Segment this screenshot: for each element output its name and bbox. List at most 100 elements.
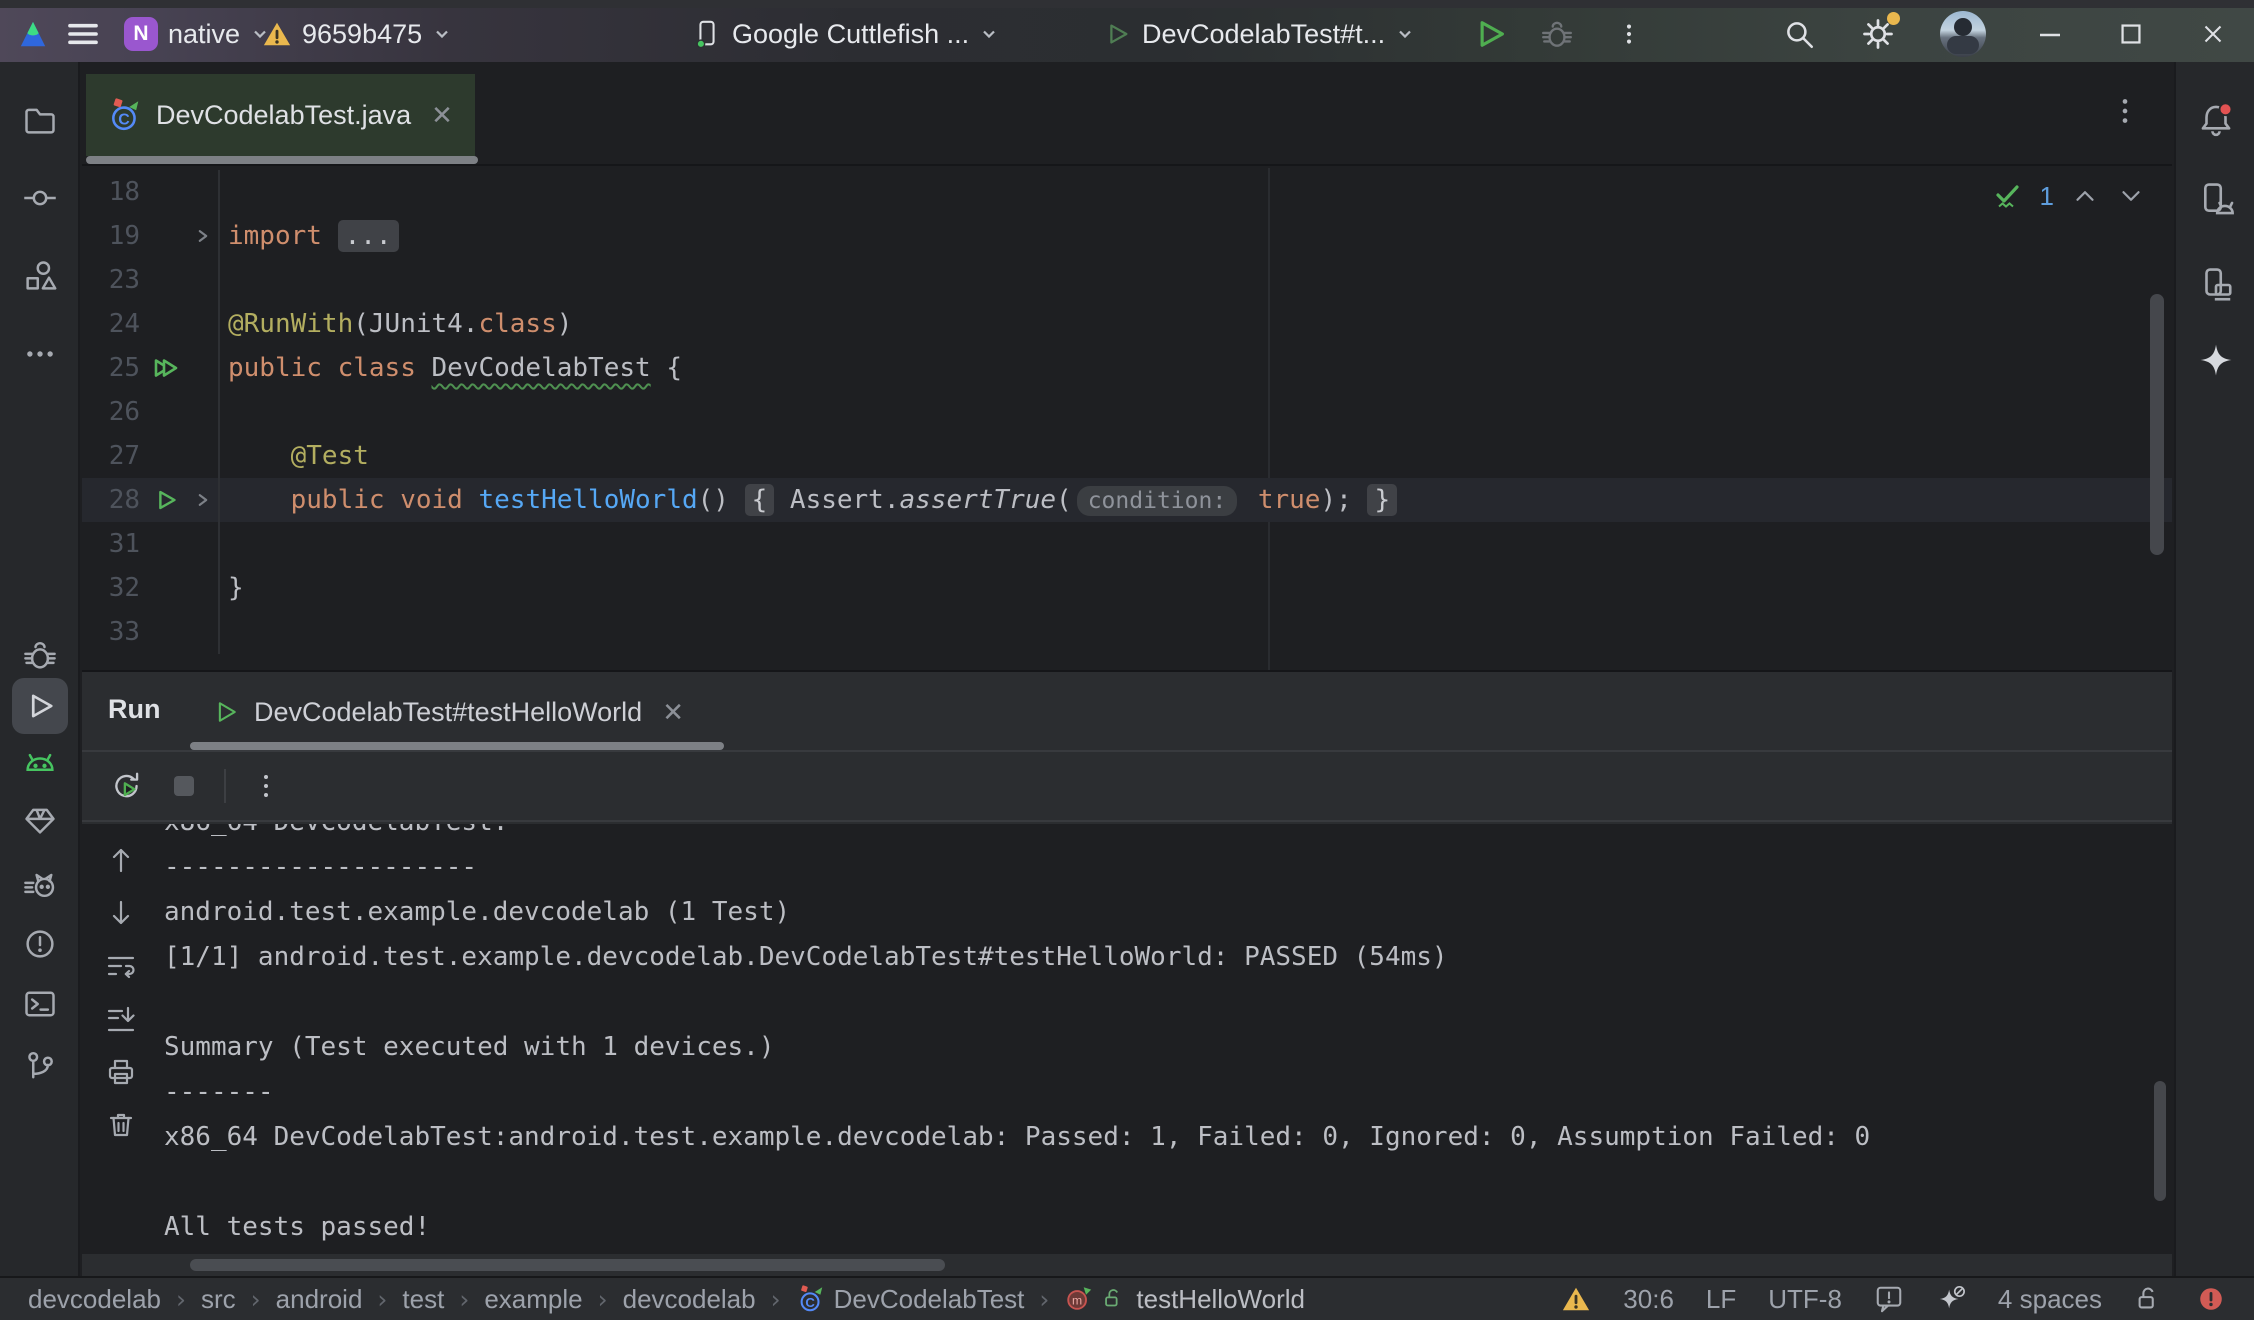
breadcrumb-item[interactable]: devcodelab	[623, 1284, 756, 1315]
print-button[interactable]	[105, 1056, 137, 1088]
window-close-button[interactable]	[2198, 14, 2228, 54]
editor-line[interactable]: 19import ...	[82, 214, 2172, 258]
run-tab[interactable]: DevCodelabTest#testHelloWorld ✕	[212, 686, 684, 738]
next-occurrence-button[interactable]	[105, 897, 137, 929]
scroll-to-end-button[interactable]	[105, 1003, 137, 1035]
run-panel-title: Run	[108, 694, 160, 725]
sidebar-item-more[interactable]	[12, 326, 68, 382]
editor-line[interactable]: 24@RunWith(JUnit4.class)	[82, 302, 2172, 346]
editor-line[interactable]: 27 @Test	[82, 434, 2172, 478]
window-minimize-button[interactable]	[2034, 14, 2066, 54]
sidebar-item-structure[interactable]	[12, 248, 68, 304]
sidebar-item-project[interactable]	[12, 92, 68, 148]
gutter-run-icon[interactable]	[144, 346, 188, 390]
code-text	[220, 258, 228, 302]
titlebar-more-button[interactable]	[1614, 14, 1644, 54]
sidebar-item-app-quality-insights[interactable]	[12, 792, 68, 848]
console-toolbar	[82, 824, 160, 1254]
run-tab-close-icon[interactable]: ✕	[662, 697, 684, 728]
gutter-fold-icon[interactable]	[188, 478, 220, 522]
sidebar-item-running-devices[interactable]	[2188, 172, 2244, 228]
editor-scrollbar[interactable]	[2150, 294, 2164, 555]
sidebar-item-terminal[interactable]	[12, 976, 68, 1032]
main-content: C DevCodelabTest.java ✕ 1819import ...23…	[82, 62, 2172, 1276]
console-vertical-scrollbar[interactable]	[2154, 1081, 2166, 1201]
run-tool-icon	[22, 688, 58, 724]
breadcrumb-label: android	[276, 1284, 363, 1315]
warning-status-icon[interactable]	[1561, 1284, 1591, 1314]
debug-button[interactable]	[1540, 14, 1574, 54]
test-class-icon: C	[108, 98, 142, 132]
clear-all-button[interactable]	[105, 1109, 137, 1141]
gutter-spacer	[188, 170, 220, 214]
editor-line[interactable]: 28 public void testHelloWorld() { Assert…	[82, 478, 2172, 522]
console-output[interactable]: x86_64 DevCodelabTest:------------------…	[160, 824, 2172, 1254]
stop-button[interactable]	[168, 770, 200, 802]
editor-tab[interactable]: C DevCodelabTest.java ✕	[86, 74, 475, 156]
gutter-spacer	[188, 258, 220, 302]
sidebar-item-version-control[interactable]	[12, 1038, 68, 1094]
breadcrumb-item[interactable]: CDevCodelabTest	[796, 1284, 1025, 1315]
line-number: 32	[82, 566, 144, 610]
running-devices-icon	[2197, 181, 2235, 219]
sidebar-item-notifications[interactable]	[2188, 92, 2244, 148]
settings-button[interactable]	[1860, 14, 1896, 54]
error-indicator-icon[interactable]	[2196, 1284, 2226, 1314]
breadcrumb-item[interactable]: test	[402, 1284, 444, 1315]
main-menu-button[interactable]	[64, 14, 102, 54]
device-selector[interactable]: Google Cuttlefish ...	[692, 14, 999, 54]
indent-widget[interactable]: 4 spaces	[1998, 1284, 2102, 1315]
encoding-widget[interactable]: UTF-8	[1768, 1284, 1842, 1315]
ai-assistant-disabled-icon[interactable]	[1936, 1284, 1966, 1314]
breadcrumb-item[interactable]: src	[201, 1284, 236, 1315]
project-selector[interactable]: N native	[124, 14, 270, 54]
terminal-icon	[22, 986, 58, 1022]
tab-bar-options-button[interactable]	[2108, 94, 2142, 128]
gutter-spacer	[188, 390, 220, 434]
editor-line[interactable]: 18	[82, 170, 2172, 214]
gutter-spacer	[144, 610, 188, 654]
run-panel-more-button[interactable]	[250, 770, 282, 802]
line-separator-widget[interactable]: LF	[1706, 1284, 1736, 1315]
sidebar-item-problems[interactable]	[12, 916, 68, 972]
console-horizontal-scrollbar[interactable]	[190, 1259, 945, 1271]
gutter-fold-icon[interactable]	[188, 214, 220, 258]
vcs-branch-selector[interactable]: 9659b475	[262, 14, 452, 54]
breadcrumb-item[interactable]: example	[484, 1284, 582, 1315]
sidebar-item-device-mirror[interactable]	[2188, 257, 2244, 313]
breadcrumb-item[interactable]: mtestHelloWorld	[1064, 1284, 1305, 1315]
editor-line[interactable]: 33	[82, 610, 2172, 654]
editor-line[interactable]: 26	[82, 390, 2172, 434]
code-text: public class DevCodelabTest {	[220, 346, 682, 390]
sidebar-item-commit[interactable]	[12, 170, 68, 226]
breadcrumb-item[interactable]: devcodelab	[28, 1284, 161, 1315]
user-avatar[interactable]	[1940, 14, 1986, 54]
sidebar-item-logcat[interactable]	[12, 735, 68, 791]
inspection-widget[interactable]: 1	[1992, 180, 2146, 212]
prev-highlight-icon	[2070, 181, 2100, 211]
folder-icon	[22, 102, 58, 138]
search-everywhere-button[interactable]	[1782, 14, 1816, 54]
code-text	[220, 170, 228, 214]
editor-line[interactable]: 32}	[82, 566, 2172, 610]
editor-line[interactable]: 25public class DevCodelabTest {	[82, 346, 2172, 390]
editor-line[interactable]: 23	[82, 258, 2172, 302]
sidebar-item-profiler[interactable]	[12, 856, 68, 912]
window-maximize-button[interactable]	[2116, 14, 2146, 54]
run-button[interactable]	[1472, 14, 1508, 54]
prev-occurrence-button[interactable]	[105, 844, 137, 876]
code-editor[interactable]: 1819import ...2324@RunWith(JUnit4.class)…	[82, 168, 2172, 670]
soft-wrap-button[interactable]	[105, 950, 137, 982]
sidebar-item-run[interactable]	[12, 678, 68, 734]
unlocked-icon[interactable]	[2134, 1284, 2164, 1314]
tab-close-icon[interactable]: ✕	[431, 100, 453, 131]
run-configuration-selector[interactable]: DevCodelabTest#t...	[1102, 14, 1415, 54]
rerun-button[interactable]	[110, 769, 144, 803]
sidebar-item-debug[interactable]	[12, 627, 68, 683]
todo-bubble-icon[interactable]	[1874, 1284, 1904, 1314]
caret-position-widget[interactable]: 30:6	[1623, 1284, 1674, 1315]
breadcrumb-item[interactable]: android	[276, 1284, 363, 1315]
gutter-run-icon[interactable]	[144, 478, 188, 522]
sidebar-item-gemini[interactable]	[2188, 332, 2244, 388]
editor-line[interactable]: 31	[82, 522, 2172, 566]
